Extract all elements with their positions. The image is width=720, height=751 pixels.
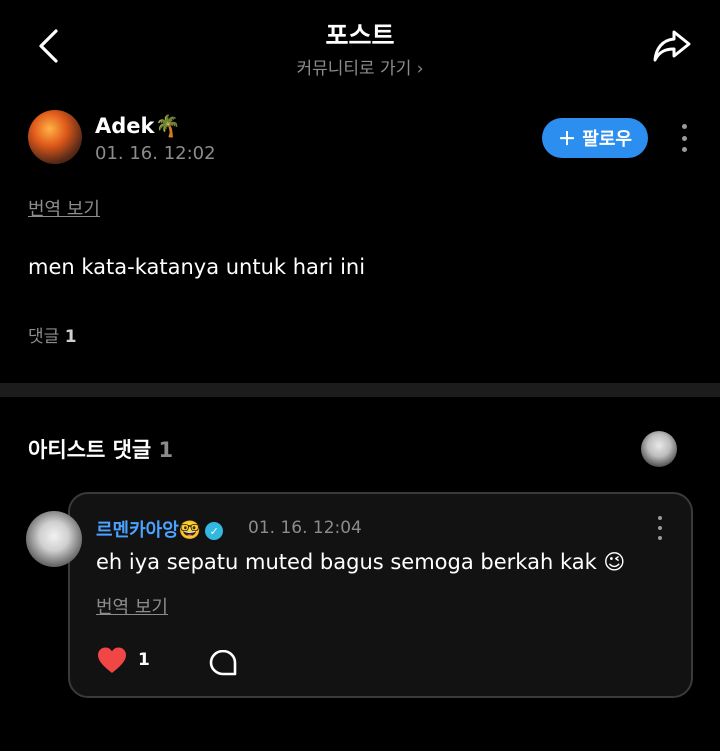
comment-count-value: 1 [64,327,77,347]
post-timestamp: 01. 16. 12:02 [95,143,216,164]
comment-count[interactable]: 댓글 1 [28,322,77,347]
author-name[interactable]: Adek🌴 [95,114,181,139]
reply-bubble-icon [209,649,237,676]
verified-badge-icon: ✓ [205,522,224,540]
comment-translate-link[interactable]: 번역 보기 [96,593,168,619]
artist-avatar[interactable] [641,431,677,467]
page-title: 포스트 [325,21,395,50]
top-bar: 포스트 커뮤니티로 가기 › [0,0,720,96]
like-button[interactable]: 1 [96,646,150,674]
artist-comments-title: 아티스트 댓글 [28,438,152,462]
post-more-button[interactable] [672,120,696,156]
commenter-name-text: 르멘카아앙🤓 [96,520,202,541]
artist-comments-heading: 아티스트 댓글 1 [28,434,173,464]
commenter-name[interactable]: 르멘카아앙🤓 ✓ [96,516,224,542]
share-icon [653,30,691,62]
more-vertical-icon [658,516,662,520]
comment-timestamp: 01. 16. 12:04 [248,518,362,538]
like-count: 1 [138,650,150,670]
section-divider [0,383,720,397]
comment-more-button[interactable] [650,516,670,540]
artist-comments-count: 1 [158,438,174,462]
translate-link[interactable]: 번역 보기 [28,195,100,221]
follow-button[interactable]: ＋ 팔로우 [542,118,648,158]
go-to-community-link[interactable]: 커뮤니티로 가기 › [0,54,720,79]
comment-count-label: 댓글 [28,327,60,347]
commenter-avatar[interactable] [26,511,82,567]
more-vertical-icon [681,124,687,129]
comment-text: eh iya sepatu muted bagus semoga berkah … [96,550,626,574]
reply-button[interactable] [208,648,238,678]
post-text: men kata-katanya untuk hari ini [28,255,366,279]
heart-icon [98,647,126,673]
share-button[interactable] [648,26,696,66]
artist-comment-card: 르멘카아앙🤓 ✓ 01. 16. 12:04 eh iya sepatu mute… [68,492,693,698]
author-avatar[interactable] [28,110,82,164]
